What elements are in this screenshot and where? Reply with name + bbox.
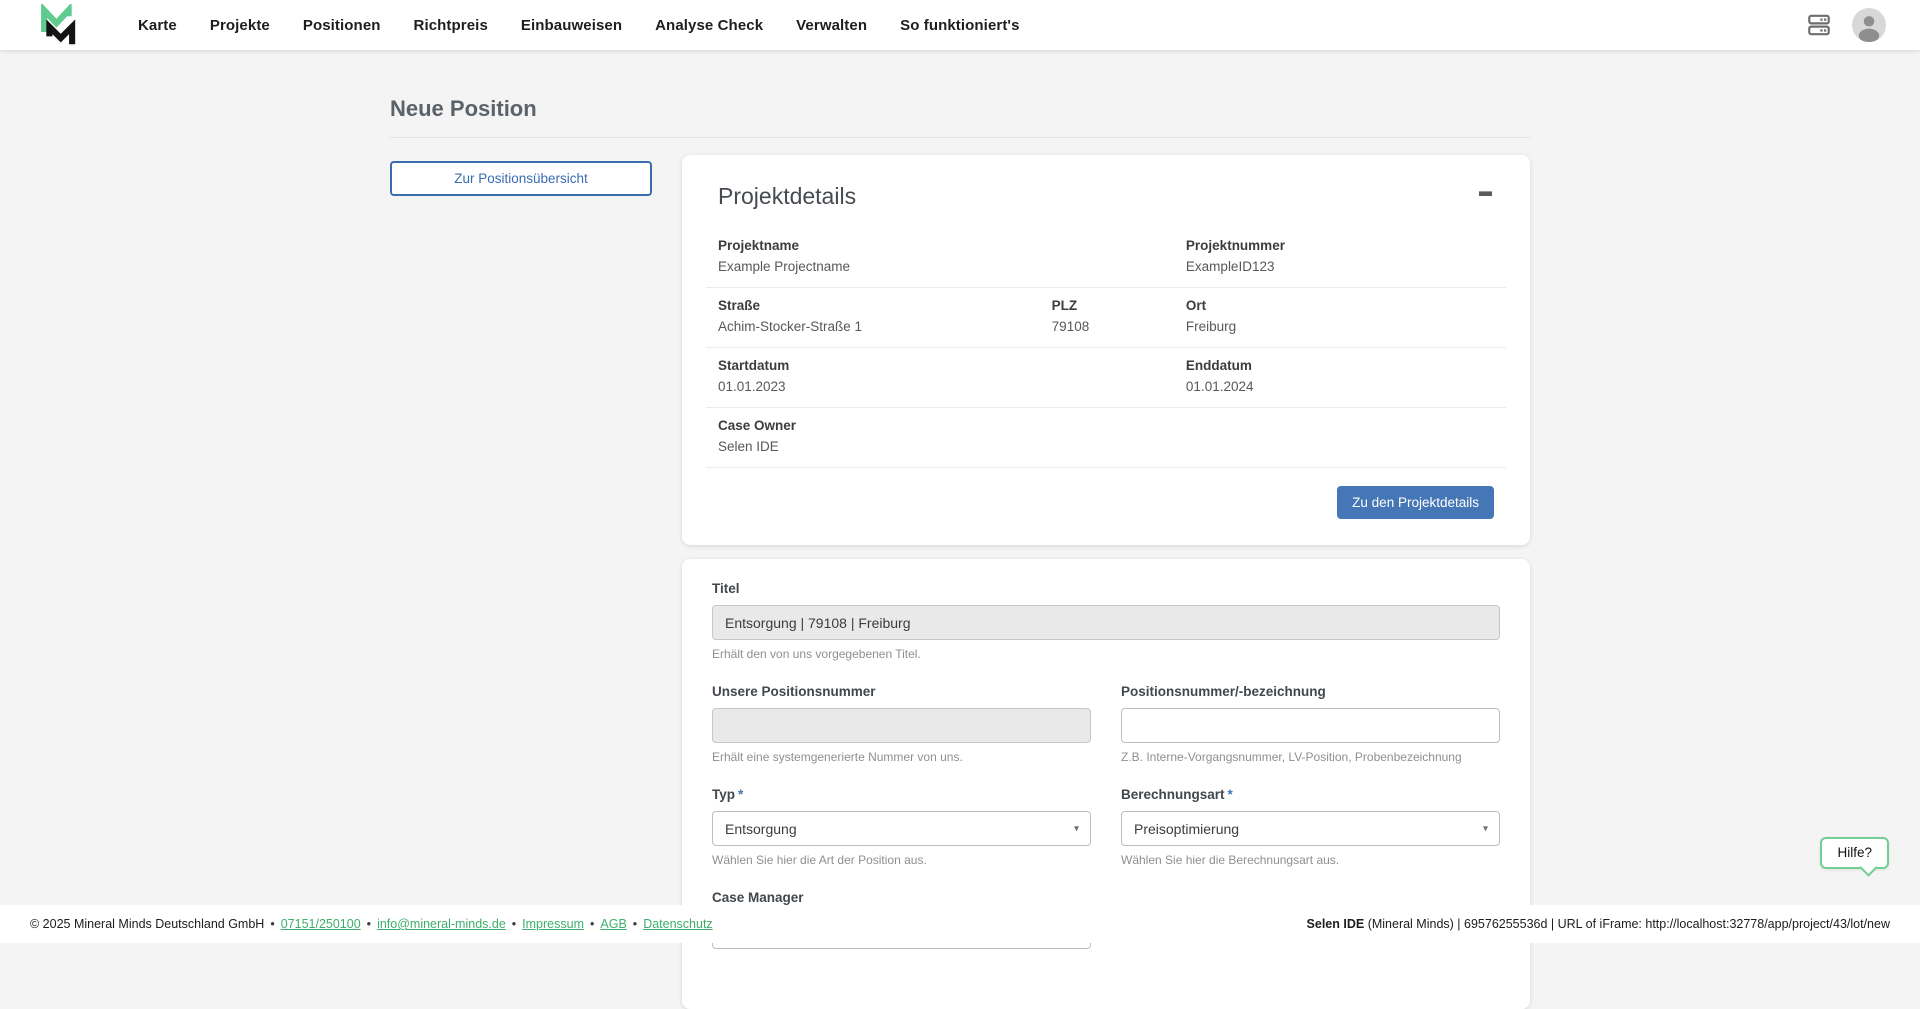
- typ-select[interactable]: Entsorgung ▾: [712, 811, 1091, 846]
- berechnungsart-select[interactable]: Preisoptimierung ▾: [1121, 811, 1500, 846]
- positionsnummer-input[interactable]: [1121, 708, 1500, 743]
- project-row-address: Straße Achim-Stocker-Straße 1 PLZ 79108 …: [706, 288, 1506, 348]
- titel-helper: Erhält den von uns vorgegebenen Titel.: [712, 647, 1500, 661]
- project-row-dates: Startdatum 01.01.2023 Enddatum 01.01.202…: [706, 348, 1506, 408]
- nav-item-verwalten[interactable]: Verwalten: [796, 17, 867, 34]
- nav-item-analyse-check[interactable]: Analyse Check: [655, 17, 763, 34]
- title-divider: [390, 137, 1530, 138]
- chevron-down-icon: ▾: [1074, 823, 1079, 834]
- footer: © 2025 Mineral Minds Deutschland GmbH • …: [0, 905, 1920, 943]
- back-to-positions-button[interactable]: Zur Positionsübersicht: [390, 161, 652, 196]
- positionsnummer-helper: Z.B. Interne-Vorgangsnummer, LV-Position…: [1121, 750, 1500, 764]
- nav-item-richtpreis[interactable]: Richtpreis: [414, 17, 488, 34]
- field-projektname: Projektname Example Projectname: [718, 237, 1186, 275]
- nav-item-einbauweisen[interactable]: Einbauweisen: [521, 17, 622, 34]
- required-asterisk: *: [738, 787, 743, 802]
- account-avatar-icon[interactable]: [1852, 8, 1886, 42]
- berechnungsart-label: Berechnungsart*: [1121, 787, 1500, 802]
- unsere-positionsnummer-label: Unsere Positionsnummer: [712, 684, 1091, 699]
- nav-item-positionen[interactable]: Positionen: [303, 17, 381, 34]
- top-navbar: Karte Projekte Positionen Richtpreis Ein…: [0, 0, 1920, 50]
- go-to-project-details-button[interactable]: Zu den Projektdetails: [1337, 486, 1494, 519]
- titel-label: Titel: [712, 581, 1500, 596]
- minus-icon: [1479, 191, 1492, 196]
- nav-item-karte[interactable]: Karte: [138, 17, 177, 34]
- help-button[interactable]: Hilfe?: [1820, 837, 1889, 869]
- field-ort: Ort Freiburg: [1186, 297, 1494, 335]
- field-case-owner: Case Owner Selen IDE: [718, 417, 796, 455]
- mineral-minds-logo[interactable]: [36, 4, 82, 46]
- main-content: Neue Position Zur Positionsübersicht Pro…: [390, 50, 1530, 1009]
- required-asterisk: *: [1228, 787, 1233, 802]
- titel-input: [712, 605, 1500, 640]
- field-strasse: Straße Achim-Stocker-Straße 1: [718, 297, 1052, 335]
- nav-item-so-funktionierts[interactable]: So funktioniert's: [900, 17, 1019, 34]
- footer-impressum-link[interactable]: Impressum: [522, 917, 584, 931]
- footer-email-link[interactable]: info@mineral-minds.de: [377, 917, 506, 931]
- footer-datenschutz-link[interactable]: Datenschutz: [643, 917, 712, 931]
- berechnungsart-helper: Wählen Sie hier die Berechnungsart aus.: [1121, 853, 1500, 867]
- session-info: Selen IDE (Mineral Minds) | 69576255536d…: [1307, 917, 1890, 931]
- project-card-title: Projektdetails: [718, 183, 856, 210]
- footer-agb-link[interactable]: AGB: [600, 917, 626, 931]
- nav-menu: Karte Projekte Positionen Richtpreis Ein…: [138, 17, 1020, 34]
- typ-label: Typ*: [712, 787, 1091, 802]
- field-startdatum: Startdatum 01.01.2023: [718, 357, 1186, 395]
- collapse-card-button[interactable]: [1477, 185, 1494, 202]
- project-row-owner: Case Owner Selen IDE: [706, 408, 1506, 468]
- unsere-positionsnummer-helper: Erhält eine systemgenerierte Nummer von …: [712, 750, 1091, 764]
- page-title: Neue Position: [390, 96, 1530, 122]
- project-details-card: Projektdetails Projektname Example Proje…: [682, 155, 1530, 545]
- field-projektnummer: Projektnummer ExampleID123: [1186, 237, 1494, 275]
- typ-helper: Wählen Sie hier die Art der Position aus…: [712, 853, 1091, 867]
- field-plz: PLZ 79108: [1052, 297, 1186, 335]
- unsere-positionsnummer-input: [712, 708, 1091, 743]
- field-enddatum: Enddatum 01.01.2024: [1186, 357, 1494, 395]
- database-icon[interactable]: [1806, 12, 1832, 38]
- positionsnummer-label: Positionsnummer/-bezeichnung: [1121, 684, 1500, 699]
- nav-item-projekte[interactable]: Projekte: [210, 17, 270, 34]
- chevron-down-icon: ▾: [1483, 823, 1488, 834]
- footer-phone-link[interactable]: 07151/250100: [281, 917, 361, 931]
- project-row-name-number: Projektname Example Projectname Projektn…: [706, 228, 1506, 288]
- case-manager-label: Case Manager: [712, 890, 1091, 905]
- footer-copyright: © 2025 Mineral Minds Deutschland GmbH: [30, 917, 264, 931]
